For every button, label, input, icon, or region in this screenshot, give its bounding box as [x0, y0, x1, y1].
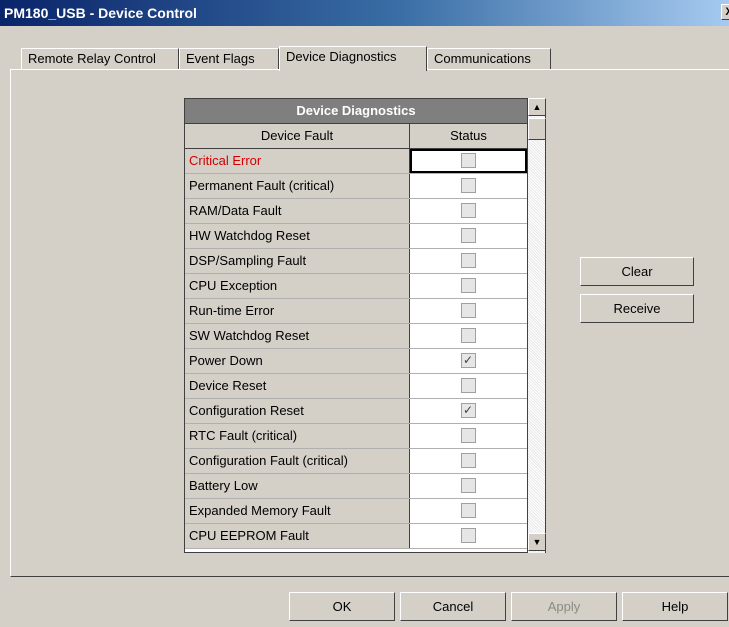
status-checkbox[interactable] — [460, 228, 476, 243]
close-icon[interactable]: X — [721, 4, 729, 20]
tab-remote-relay-control[interactable]: Remote Relay Control — [21, 48, 179, 70]
table-body: Critical Error Permanent Fault (critical)… — [185, 149, 527, 549]
scroll-thumb[interactable] — [528, 118, 546, 140]
device-fault-label: RTC Fault (critical) — [185, 424, 410, 448]
tab-label: Device Diagnostics — [286, 49, 397, 64]
tab-label: Event Flags — [186, 51, 255, 66]
table-row: Configuration Fault (critical) — [185, 449, 527, 474]
status-checkbox[interactable] — [460, 278, 476, 293]
table-row: CPU Exception — [185, 274, 527, 299]
status-cell[interactable] — [410, 274, 527, 298]
status-checkbox[interactable] — [460, 253, 476, 268]
status-cell[interactable] — [410, 499, 527, 523]
tab-label: Remote Relay Control — [28, 51, 156, 66]
device-fault-label: Critical Error — [185, 149, 410, 173]
device-fault-label: DSP/Sampling Fault — [185, 249, 410, 273]
diagnostics-table: Device Diagnostics Device Fault Status C… — [184, 98, 528, 553]
status-cell[interactable] — [410, 324, 527, 348]
status-checkbox[interactable] — [460, 528, 476, 543]
table-row: Run-time Error — [185, 299, 527, 324]
status-checkbox[interactable] — [460, 453, 476, 468]
window-titlebar: PM180_USB - Device Control X — [0, 0, 729, 26]
device-fault-label: Battery Low — [185, 474, 410, 498]
table-row: Critical Error — [185, 149, 527, 174]
scroll-up-arrow-icon[interactable]: ▲ — [528, 98, 546, 116]
status-checkbox[interactable] — [460, 378, 476, 393]
table-row: DSP/Sampling Fault — [185, 249, 527, 274]
table-row: SW Watchdog Reset — [185, 324, 527, 349]
table-row: Power Down ✓ — [185, 349, 527, 374]
device-fault-label: CPU Exception — [185, 274, 410, 298]
table-row: Device Reset — [185, 374, 527, 399]
table-row: Expanded Memory Fault — [185, 499, 527, 524]
table-row: Permanent Fault (critical) — [185, 174, 527, 199]
status-cell[interactable] — [410, 474, 527, 498]
table-row: CPU EEPROM Fault — [185, 524, 527, 549]
tab-label: Communications — [434, 51, 531, 66]
table-title: Device Diagnostics — [185, 99, 527, 124]
status-cell[interactable]: ✓ — [410, 349, 527, 373]
help-button[interactable]: Help — [622, 592, 728, 621]
status-checkbox-checked[interactable]: ✓ — [460, 353, 476, 368]
device-fault-label: Configuration Reset — [185, 399, 410, 423]
table-row: Battery Low — [185, 474, 527, 499]
status-checkbox[interactable] — [460, 178, 476, 193]
table-row: RAM/Data Fault — [185, 199, 527, 224]
device-fault-label: SW Watchdog Reset — [185, 324, 410, 348]
device-fault-label: HW Watchdog Reset — [185, 224, 410, 248]
table-row: HW Watchdog Reset — [185, 224, 527, 249]
tab-device-diagnostics[interactable]: Device Diagnostics — [279, 46, 427, 71]
apply-button[interactable]: Apply — [511, 592, 617, 621]
cancel-button[interactable]: Cancel — [400, 592, 506, 621]
ok-button[interactable]: OK — [289, 592, 395, 621]
device-fault-label: Device Reset — [185, 374, 410, 398]
status-checkbox[interactable] — [460, 503, 476, 518]
status-cell[interactable] — [410, 249, 527, 273]
device-fault-label: CPU EEPROM Fault — [185, 524, 410, 548]
status-checkbox[interactable] — [460, 203, 476, 218]
status-cell[interactable] — [410, 224, 527, 248]
table-header: Device Fault Status — [185, 124, 527, 149]
status-cell[interactable] — [410, 524, 527, 548]
status-checkbox[interactable] — [460, 478, 476, 493]
scroll-down-arrow-icon[interactable]: ▼ — [528, 533, 546, 551]
receive-button[interactable]: Receive — [580, 294, 694, 323]
device-fault-label: Permanent Fault (critical) — [185, 174, 410, 198]
tab-event-flags[interactable]: Event Flags — [179, 48, 279, 70]
status-cell[interactable] — [410, 374, 527, 398]
status-cell[interactable] — [410, 424, 527, 448]
tab-communications[interactable]: Communications — [427, 48, 551, 70]
table-row: Configuration Reset ✓ — [185, 399, 527, 424]
vertical-scrollbar[interactable]: ▲ ▼ — [528, 98, 546, 553]
device-fault-label: Power Down — [185, 349, 410, 373]
status-checkbox[interactable] — [460, 303, 476, 318]
status-checkbox-checked[interactable]: ✓ — [460, 403, 476, 418]
column-header-status: Status — [450, 128, 487, 143]
status-cell[interactable] — [410, 149, 527, 173]
table-row: RTC Fault (critical) — [185, 424, 527, 449]
device-fault-label: Run-time Error — [185, 299, 410, 323]
clear-button[interactable]: Clear — [580, 257, 694, 286]
status-cell[interactable]: ✓ — [410, 399, 527, 423]
column-header-device-fault: Device Fault — [185, 124, 410, 148]
status-checkbox[interactable] — [460, 428, 476, 443]
status-cell[interactable] — [410, 174, 527, 198]
device-fault-label: Configuration Fault (critical) — [185, 449, 410, 473]
status-checkbox[interactable] — [460, 153, 476, 168]
status-cell[interactable] — [410, 199, 527, 223]
status-checkbox[interactable] — [460, 328, 476, 343]
device-fault-label: Expanded Memory Fault — [185, 499, 410, 523]
status-cell[interactable] — [410, 449, 527, 473]
window-title: PM180_USB - Device Control — [4, 5, 197, 21]
status-cell[interactable] — [410, 299, 527, 323]
device-fault-label: RAM/Data Fault — [185, 199, 410, 223]
